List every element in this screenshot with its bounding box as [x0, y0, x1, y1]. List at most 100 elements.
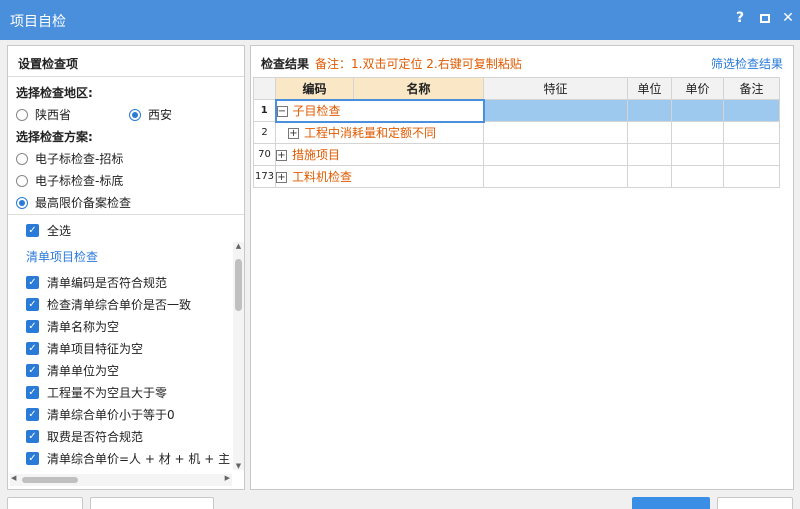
expand-icon[interactable]: + [288, 128, 299, 140]
region-label: 选择检查地区: [16, 86, 93, 100]
check-item[interactable]: ✓ 清单综合单价=人 + 材 + 机 + 主 + [26, 450, 244, 467]
radio-scheme-bid[interactable]: 电子标检查-招标 [16, 150, 123, 167]
check-item-label: 清单综合单价小于等于0 [47, 408, 175, 422]
row-name-cell[interactable]: + 工料机检查 [275, 165, 484, 188]
unit-cell[interactable] [627, 165, 672, 188]
radio-icon [16, 174, 28, 187]
table-header-row: 编码 名称 特征 单位 单价 备注 [253, 77, 780, 100]
scroll-left-icon[interactable]: ◀ [11, 474, 16, 482]
bottom-button-2[interactable] [90, 497, 214, 509]
check-item[interactable]: ✓ 清单名称为空 [26, 318, 119, 335]
check-item[interactable]: ✓ 清单项目特征为空 [26, 340, 143, 357]
window-title: 项目自检 [10, 14, 66, 30]
header-code[interactable]: 编码 [275, 77, 354, 100]
divider [8, 76, 244, 77]
checkbox-checked-icon: ✓ [26, 276, 39, 289]
vertical-scrollbar[interactable]: ▲ ▼ [233, 242, 244, 470]
select-all-checkbox[interactable]: ✓ 全选 [26, 222, 71, 239]
check-item[interactable]: ✓ 工程量不为空且大于零 [26, 384, 167, 401]
table-row[interactable]: 1 − 子目检查 [253, 98, 780, 123]
price-cell[interactable] [671, 99, 724, 122]
checkbox-checked-icon: ✓ [26, 408, 39, 421]
radio-scheme-base[interactable]: 电子标检查-标底 [16, 172, 123, 189]
row-name: 子目检查 [292, 104, 341, 118]
checkbox-checked-icon: ✓ [26, 342, 39, 355]
radio-region-xian[interactable]: 西安 [129, 106, 172, 123]
row-name-cell[interactable]: − 子目检查 [274, 98, 485, 123]
results-table: 编码 名称 特征 单位 单价 备注 1 − 子目检查 2 + 工程中消耗量和定额不同 [253, 77, 780, 188]
group-title-list-check[interactable]: 清单项目检查 [26, 248, 98, 265]
feature-cell[interactable] [483, 99, 628, 122]
scroll-up-icon[interactable]: ▲ [233, 242, 244, 250]
radio-icon [16, 108, 28, 121]
check-item-label: 清单项目特征为空 [47, 342, 144, 356]
scroll-thumb[interactable] [22, 477, 78, 483]
check-item[interactable]: ✓ 清单综合单价小于等于0 [26, 406, 175, 423]
filter-results-link[interactable]: 筛选检查结果 [711, 55, 783, 72]
restore-icon[interactable] [760, 14, 770, 23]
remark-cell[interactable] [723, 121, 780, 144]
radio-selected-icon [16, 196, 28, 209]
table-row[interactable]: 70 + 措施项目 [253, 143, 780, 166]
price-cell[interactable] [671, 165, 724, 188]
radio-label: 最高限价备案检查 [35, 196, 132, 210]
remark-cell[interactable] [723, 143, 780, 166]
bottom-button-1[interactable] [7, 497, 83, 509]
checkbox-checked-icon: ✓ [26, 452, 39, 465]
price-cell[interactable] [671, 143, 724, 166]
header-price[interactable]: 单价 [671, 77, 724, 100]
check-item[interactable]: ✓ 清单单位为空 [26, 362, 119, 379]
radio-label: 电子标检查-招标 [35, 152, 124, 166]
check-item-label: 检查清单综合单价是否一致 [47, 298, 192, 312]
scroll-thumb[interactable] [235, 259, 242, 311]
remark-cell[interactable] [723, 165, 780, 188]
radio-region-shaanxi[interactable]: 陕西省 [16, 106, 71, 123]
header-name[interactable]: 名称 [353, 77, 484, 100]
remark-cell[interactable] [723, 99, 780, 122]
row-number: 70 [253, 143, 276, 166]
check-item-label: 清单单位为空 [47, 364, 120, 378]
horizontal-scrollbar[interactable]: ◀ ▶ [10, 474, 232, 486]
checkbox-checked-icon: ✓ [26, 430, 39, 443]
check-item[interactable]: ✓ 清单编码是否符合规范 [26, 274, 167, 291]
unit-cell[interactable] [627, 121, 672, 144]
header-feature[interactable]: 特征 [483, 77, 628, 100]
check-item-label: 取费是否符合规范 [47, 430, 144, 444]
bottom-button-4[interactable] [717, 497, 793, 509]
scroll-down-icon[interactable]: ▼ [233, 462, 244, 470]
expand-icon[interactable]: + [276, 150, 287, 161]
check-item[interactable]: ✓ 取费是否符合规范 [26, 428, 143, 445]
unit-cell[interactable] [627, 99, 672, 122]
radio-label: 电子标检查-标底 [35, 174, 124, 188]
primary-button[interactable] [632, 497, 710, 509]
price-cell[interactable] [671, 121, 724, 144]
table-row[interactable]: 173 + 工料机检查 [253, 165, 780, 188]
row-name-cell[interactable]: + 工程中消耗量和定额不同 [275, 121, 484, 144]
row-number: 1 [253, 99, 276, 122]
help-icon[interactable]: ? [732, 10, 748, 26]
results-note: 备注：1.双击可定位 2.右键可复制粘贴 [315, 57, 522, 71]
radio-label: 西安 [148, 108, 173, 122]
expand-icon[interactable]: + [276, 172, 287, 183]
scroll-right-icon[interactable]: ▶ [225, 474, 230, 482]
results-header: 检查结果 备注：1.双击可定位 2.右键可复制粘贴 [261, 55, 522, 72]
feature-cell[interactable] [483, 165, 628, 188]
check-item-label: 清单编码是否符合规范 [47, 276, 168, 290]
radio-icon [16, 152, 28, 165]
radio-scheme-max[interactable]: 最高限价备案检查 [16, 194, 131, 211]
feature-cell[interactable] [483, 121, 628, 144]
table-row[interactable]: 2 + 工程中消耗量和定额不同 [253, 121, 780, 144]
header-remark[interactable]: 备注 [723, 77, 780, 100]
scheme-label: 选择检查方案: [16, 130, 93, 144]
close-icon[interactable]: ✕ [780, 10, 796, 26]
unit-cell[interactable] [627, 143, 672, 166]
check-item[interactable]: ✓ 检查清单综合单价是否一致 [26, 296, 191, 313]
row-number: 2 [253, 121, 276, 144]
checkbox-checked-icon: ✓ [26, 386, 39, 399]
row-number: 173 [253, 165, 276, 188]
row-name-cell[interactable]: + 措施项目 [275, 143, 484, 166]
header-unit[interactable]: 单位 [627, 77, 672, 100]
feature-cell[interactable] [483, 143, 628, 166]
check-item-label: 清单名称为空 [47, 320, 120, 334]
collapse-icon[interactable]: − [277, 106, 288, 117]
